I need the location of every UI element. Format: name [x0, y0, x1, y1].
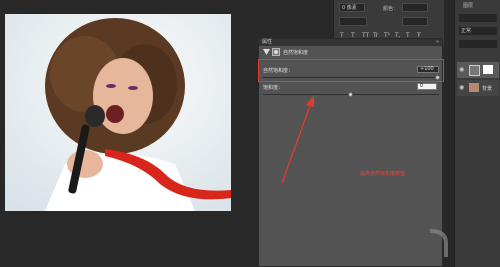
watermark-logo — [429, 229, 448, 257]
properties-header: 自然饱和度 — [259, 47, 442, 57]
layer-name: 背景 — [482, 86, 493, 92]
font-size-select[interactable]: 0 像素 — [339, 3, 365, 12]
saturation-label: 饱和度： — [263, 85, 284, 91]
triangle-icon — [263, 49, 270, 55]
color-select[interactable] — [402, 3, 428, 12]
color-label: 颜色： — [383, 6, 399, 12]
adjustment-title: 自然饱和度 — [283, 50, 309, 56]
properties-tabbar: 属性 » — [259, 39, 442, 46]
filter-field[interactable] — [459, 14, 497, 22]
highlight-rectangle — [258, 59, 444, 82]
adjustment-thumbnail — [469, 65, 480, 76]
eye-icon[interactable]: ◉ — [459, 66, 464, 73]
annotation-note: 提高自然饱和度数值 — [360, 171, 406, 177]
saturation-input[interactable]: 0 — [417, 83, 437, 90]
properties-tab[interactable]: 属性 — [262, 39, 272, 46]
scale-field[interactable] — [339, 17, 367, 26]
layers-panel: 图层 正常 ◉ ◉ 背景 — [454, 0, 500, 267]
blend-mode-select[interactable]: 正常 — [459, 27, 497, 35]
background-layer-row[interactable]: ◉ 背景 — [457, 80, 499, 96]
adjustment-layer-row[interactable]: ◉ — [457, 62, 499, 78]
tracking-field[interactable] — [402, 17, 428, 26]
layer-thumbnail — [469, 83, 479, 92]
saturation-slider-handle[interactable] — [348, 92, 353, 97]
lock-row — [459, 40, 497, 48]
collapse-icon[interactable]: » — [436, 39, 439, 46]
layers-tab[interactable]: 图层 — [463, 2, 473, 9]
mask-thumbnail — [483, 65, 493, 74]
annotation-arrow — [281, 95, 314, 184]
photo-illustration — [5, 14, 231, 211]
canvas-photo — [5, 14, 231, 211]
mask-icon[interactable] — [272, 48, 280, 56]
eye-icon[interactable]: ◉ — [459, 84, 464, 91]
